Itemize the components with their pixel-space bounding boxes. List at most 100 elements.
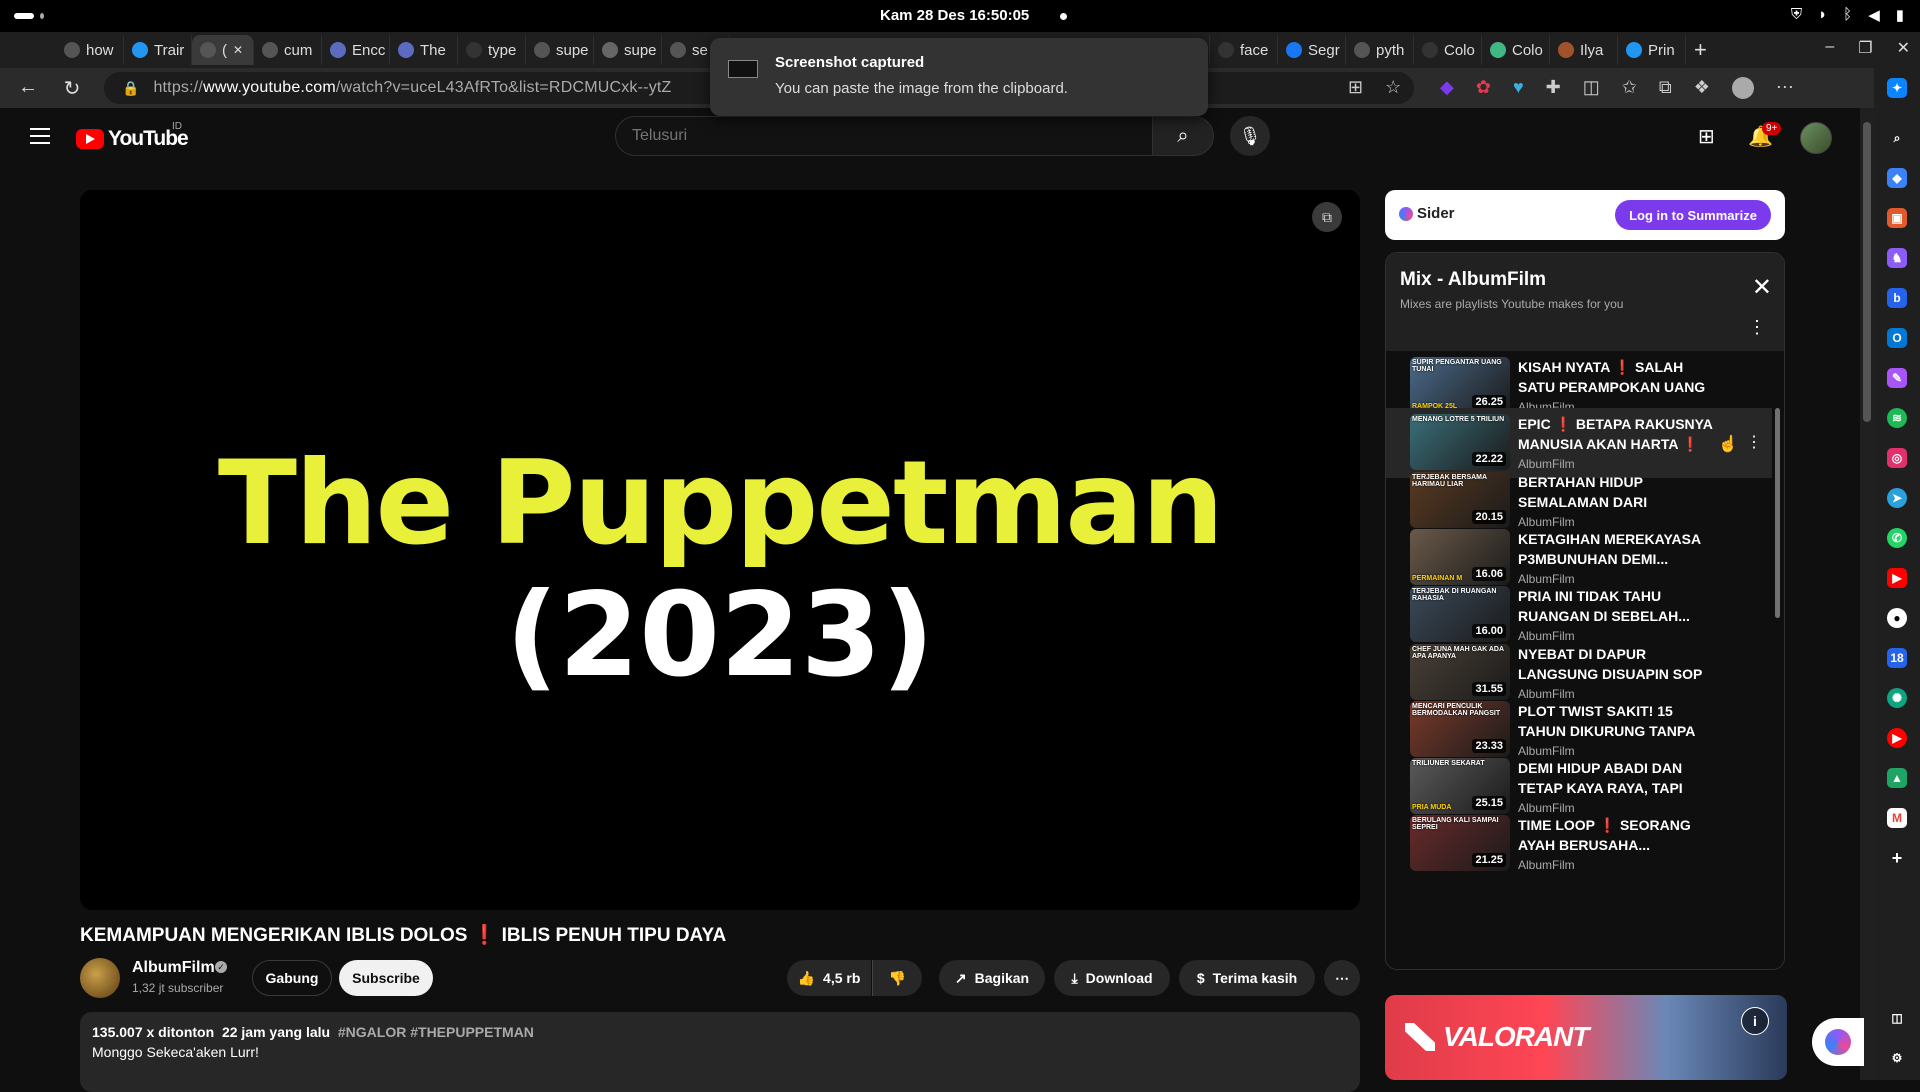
lock-icon[interactable]: 🔒 (122, 80, 139, 97)
page-scrollbar[interactable] (1860, 108, 1874, 1080)
extension-color-icon[interactable]: ♥ (1513, 77, 1524, 99)
split-screen-icon[interactable]: ◫ (1583, 77, 1600, 99)
github-icon[interactable]: ● (1887, 608, 1907, 628)
video-thumbnail[interactable]: TERJEBAK DI RUANGAN RAHASIA 16.00 (1410, 586, 1510, 643)
favorite-star-icon[interactable]: ☆ (1385, 77, 1401, 98)
playlist-item-title[interactable]: NYEBAT DI DAPUR LANGSUNG DISUAPIN SOP PU… (1518, 644, 1718, 684)
system-clock[interactable]: Kam 28 Des 16:50:05 (880, 7, 1029, 24)
games-icon[interactable]: ♞ (1887, 248, 1907, 268)
playlist-item-title[interactable]: PRIA INI TIDAK TAHU RUANGAN DI SEBELAH..… (1518, 586, 1718, 626)
playlist-item-title[interactable]: KISAH NYATA ❗ SALAH SATU PERAMPOKAN UANG… (1518, 357, 1718, 397)
screenshot-toast[interactable]: Screenshot captured You can paste the im… (710, 38, 1208, 116)
extension-purple-icon[interactable]: ◆ (1440, 77, 1454, 99)
dislike-button[interactable]: 👎 (872, 960, 922, 996)
page-scrollbar-thumb[interactable] (1863, 122, 1871, 422)
system-tray[interactable]: ⛨ ◗ ᛒ ◀ ▮ (1791, 6, 1904, 24)
gmail-icon[interactable]: M (1887, 808, 1907, 828)
close-tab-icon[interactable]: ✕ (233, 43, 243, 57)
settings-more-icon[interactable]: ⋯ (1776, 77, 1794, 99)
favorites-icon[interactable]: ✩ (1622, 77, 1637, 99)
url-text[interactable]: https://www.youtube.com/watch?v=uceL43Af… (153, 79, 671, 97)
thanks-button[interactable]: $ Terima kasih (1179, 960, 1315, 996)
item-menu-icon[interactable]: ⋮ (1746, 432, 1762, 452)
youtube-music-icon[interactable]: ▶ (1887, 728, 1907, 748)
extensions-puzzle-icon[interactable]: ✚ (1546, 77, 1561, 99)
bing-icon[interactable]: b (1887, 288, 1907, 308)
ad-banner[interactable]: VALORANT i (1385, 995, 1787, 1080)
playlist-item-title[interactable]: EPIC ❗ BETAPA RAKUSNYA MANUSIA AKAN HART… (1518, 414, 1718, 454)
share-button[interactable]: ↗ Bagikan (939, 960, 1045, 996)
shield-icon[interactable]: ⛨ (1791, 6, 1802, 24)
sider-floating-button[interactable] (1812, 1018, 1864, 1066)
playlist-item-title[interactable]: BERTAHAN HIDUP SEMALAMAN DARI HARIMA... (1518, 472, 1718, 512)
browser-tab[interactable]: pyth (1346, 35, 1414, 65)
maximize-icon[interactable]: ❐ (1858, 38, 1872, 58)
browser-tab[interactable]: Colo (1414, 35, 1482, 65)
collections-icon[interactable]: ⧉ (1659, 77, 1672, 99)
close-icon[interactable]: ✕ (1752, 273, 1772, 302)
search-input[interactable] (632, 127, 1152, 145)
playlist-item-title[interactable]: PLOT TWIST SAKIT! 15 TAHUN DIKURUNG TANP… (1518, 701, 1718, 741)
playlist-item[interactable]: BERULANG KALI SAMPAI SEPREI 21.25 TIME LOO… (1386, 809, 1772, 879)
mix-scrollbar[interactable] (1775, 408, 1780, 618)
sidebar-settings-icon[interactable]: ⚙ (1887, 1048, 1907, 1068)
copilot-icon[interactable]: ✦ (1887, 78, 1907, 98)
browser-tab[interactable]: supe (594, 35, 662, 65)
account-avatar[interactable] (1800, 122, 1832, 154)
login-summarize-button[interactable]: Log in to Summarize (1615, 200, 1771, 230)
video-thumbnail[interactable]: PERMAINAN M 16.06 (1410, 528, 1510, 585)
tools-icon[interactable]: ▣ (1887, 208, 1907, 228)
minimize-icon[interactable]: – (1825, 38, 1834, 58)
browser-tab[interactable]: how (56, 35, 124, 65)
instagram-icon[interactable]: ◎ (1887, 448, 1907, 468)
video-thumbnail[interactable]: MENCARI PENCULIK BERMODALKAN PANGSIT 23.3… (1410, 700, 1510, 757)
browser-tab[interactable]: type (458, 35, 526, 65)
back-button[interactable]: ← (16, 76, 40, 99)
add-app-icon[interactable]: + (1887, 848, 1907, 868)
menu-icon[interactable] (30, 128, 50, 149)
more-actions-button[interactable]: ⋯ (1324, 960, 1360, 996)
telegram-icon[interactable]: ➤ (1887, 488, 1907, 508)
extension-red-icon[interactable]: ✿ (1476, 77, 1491, 99)
search-icon[interactable]: ⌕ (1887, 128, 1907, 148)
video-thumbnail[interactable]: MENANG LOTRE 5 TRILIUN 22.22 (1410, 414, 1510, 471)
channel-avatar[interactable] (80, 958, 120, 998)
join-button[interactable]: Gabung (252, 960, 332, 996)
tag-icon[interactable]: ◆ (1887, 168, 1907, 188)
volume-icon[interactable]: ◀ (1868, 6, 1880, 24)
calendar-icon[interactable]: 18 (1887, 648, 1907, 668)
sidebar-toggle-icon[interactable]: ◫ (1887, 1008, 1907, 1028)
playlist-item-title[interactable]: KETAGIHAN MEREKAYASA P3MBUNUHAN DEMI... (1518, 529, 1718, 569)
playlist-item-title[interactable]: TIME LOOP ❗ SEORANG AYAH BERUSAHA... (1518, 815, 1718, 855)
hashtags[interactable]: #NGALOR #THEPUPPETMAN (338, 1024, 534, 1040)
outlook-icon[interactable]: O (1887, 328, 1907, 348)
playlist-item-title[interactable]: DEMI HIDUP ABADI DAN TETAP KAYA RAYA, TA… (1518, 758, 1718, 798)
spotify-icon[interactable]: ≋ (1887, 408, 1907, 428)
browser-tab[interactable]: (✕ (192, 35, 254, 65)
youtube-icon[interactable]: ▶ (1887, 568, 1907, 588)
wifi-icon[interactable]: ◗ (1818, 6, 1827, 24)
miniplayer-extension-icon[interactable]: ⧉ (1312, 202, 1342, 232)
designer-icon[interactable]: ✎ (1887, 368, 1907, 388)
search-button[interactable]: ⌕ (1152, 116, 1214, 156)
video-player[interactable]: The Puppetman (2023) ⧉ (80, 190, 1360, 910)
browser-tab[interactable]: Segr (1278, 35, 1346, 65)
chatgpt-icon[interactable]: ✺ (1887, 688, 1907, 708)
app-available-icon[interactable]: ⊞ (1348, 77, 1363, 98)
bluetooth-icon[interactable]: ᛒ (1843, 6, 1852, 24)
browser-tab[interactable]: Ilya (1550, 35, 1618, 65)
close-window-icon[interactable]: ✕ (1897, 38, 1910, 58)
mix-menu-icon[interactable]: ⋮ (1748, 317, 1766, 338)
search-box[interactable] (615, 116, 1153, 156)
browser-tab[interactable]: Prin (1618, 35, 1686, 65)
video-thumbnail[interactable]: BERULANG KALI SAMPAI SEPREI 21.25 (1410, 815, 1510, 872)
video-thumbnail[interactable]: TERJEBAK BERSAMA HARIMAU LIAR 20.15 (1410, 471, 1510, 528)
browser-tab[interactable]: face (1210, 35, 1278, 65)
like-button[interactable]: 👍 4,5 rb (787, 960, 871, 996)
performance-icon[interactable]: ❖ (1694, 77, 1710, 99)
google-drive-icon[interactable]: ▲ (1887, 768, 1907, 788)
video-thumbnail[interactable]: SUPIR PENGANTAR UANG TUNAI RAMPOK 25L 26.2… (1410, 357, 1510, 413)
browser-tab[interactable]: cum (254, 35, 322, 65)
browser-tab[interactable]: Colo (1482, 35, 1550, 65)
browser-tab[interactable]: Trair (124, 35, 192, 65)
